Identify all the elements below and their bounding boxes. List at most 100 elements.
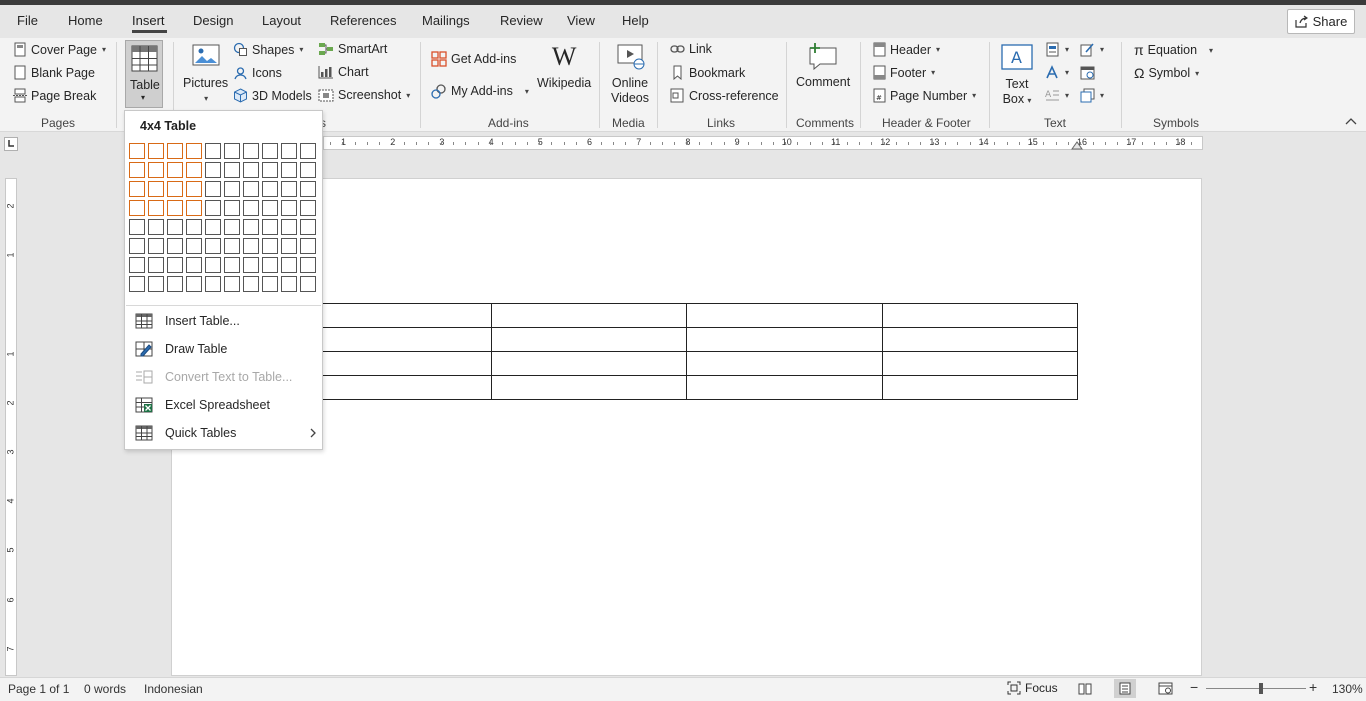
table-grid-cell[interactable] <box>186 238 202 254</box>
vertical-ruler[interactable]: 2 1 1 2 3 4 5 6 7 <box>5 178 17 676</box>
table-grid-cell[interactable] <box>167 238 183 254</box>
table-cell[interactable] <box>881 351 1078 376</box>
table-grid-cell[interactable] <box>281 200 297 216</box>
table-cell[interactable] <box>490 303 687 328</box>
wikipedia-button[interactable]: W Wikipedia <box>537 44 591 91</box>
link-button[interactable]: Link <box>670 42 712 56</box>
text-box-button[interactable]: A Text Box ▾ <box>1001 44 1033 108</box>
table-cell[interactable] <box>295 375 492 400</box>
table-grid-cell[interactable] <box>148 181 164 197</box>
page-number-button[interactable]: # Page Number ▾ <box>873 88 976 103</box>
bookmark-button[interactable]: Bookmark <box>670 65 745 80</box>
table-grid-cell[interactable] <box>224 181 240 197</box>
table-grid-cell[interactable] <box>186 200 202 216</box>
table-grid-cell[interactable] <box>224 200 240 216</box>
table-grid-cell[interactable] <box>205 162 221 178</box>
table-grid-cell[interactable] <box>148 143 164 159</box>
read-mode-icon[interactable] <box>1078 682 1092 695</box>
table-cell[interactable] <box>295 303 492 328</box>
signature-line-button[interactable]: ▾ <box>1080 42 1104 57</box>
table-button[interactable]: Table ▾ <box>125 40 163 108</box>
table-cell[interactable] <box>686 327 883 352</box>
excel-spreadsheet-item[interactable]: Excel Spreadsheet <box>135 397 270 413</box>
3d-models-button[interactable]: 3D Models <box>233 88 312 103</box>
table-grid-cell[interactable] <box>281 181 297 197</box>
table-grid-cell[interactable] <box>205 143 221 159</box>
table-grid-cell[interactable] <box>300 162 316 178</box>
table-cell[interactable] <box>490 351 687 376</box>
table-grid-cell[interactable] <box>243 162 259 178</box>
table-grid-cell[interactable] <box>243 219 259 235</box>
tab-help[interactable]: Help <box>622 13 649 28</box>
table-grid-cell[interactable] <box>300 276 316 292</box>
table-grid-cell[interactable] <box>300 219 316 235</box>
table-grid-cell[interactable] <box>167 257 183 273</box>
table-grid-cell[interactable] <box>224 238 240 254</box>
print-layout-button[interactable] <box>1114 679 1136 698</box>
table-grid-cell[interactable] <box>262 162 278 178</box>
table-grid-cell[interactable] <box>300 143 316 159</box>
table-cell[interactable] <box>881 327 1078 352</box>
table-grid-cell[interactable] <box>148 162 164 178</box>
table-grid-cell[interactable] <box>281 257 297 273</box>
table-cell[interactable] <box>295 327 492 352</box>
symbol-button[interactable]: Ω Symbol ▾ <box>1134 65 1199 81</box>
tab-file[interactable]: File <box>17 13 38 28</box>
tab-design[interactable]: Design <box>193 13 233 28</box>
table-grid-cell[interactable] <box>205 257 221 273</box>
table-cell[interactable] <box>490 327 687 352</box>
table-grid-cell[interactable] <box>148 276 164 292</box>
table-grid-cell[interactable] <box>300 200 316 216</box>
online-videos-button[interactable]: Online Videos <box>611 44 649 106</box>
tab-mailings[interactable]: Mailings <box>422 13 470 28</box>
zoom-out-button[interactable]: − <box>1190 679 1198 695</box>
date-time-button[interactable] <box>1080 65 1095 80</box>
equation-button[interactable]: π Equation ▾ <box>1134 42 1213 58</box>
table-grid-cell[interactable] <box>167 143 183 159</box>
tab-selector[interactable] <box>4 137 18 151</box>
table-grid-cell[interactable] <box>224 219 240 235</box>
table-grid-cell[interactable] <box>224 162 240 178</box>
page-break-button[interactable]: Page Break <box>13 88 96 103</box>
zoom-level[interactable]: 130% <box>1332 682 1363 696</box>
zoom-slider-thumb[interactable] <box>1259 683 1263 694</box>
zoom-in-button[interactable]: + <box>1309 679 1317 695</box>
tab-view[interactable]: View <box>567 13 595 28</box>
table-grid-cell[interactable] <box>281 162 297 178</box>
table-grid-cell[interactable] <box>281 143 297 159</box>
table-cell[interactable] <box>490 375 687 400</box>
table-grid-cell[interactable] <box>129 162 145 178</box>
my-addins-button[interactable]: My Add-ins ▾ <box>431 83 529 99</box>
table-grid-cell[interactable] <box>186 257 202 273</box>
blank-page-button[interactable]: Blank Page <box>13 65 95 80</box>
table-grid-cell[interactable] <box>205 219 221 235</box>
table-grid-cell[interactable] <box>300 181 316 197</box>
header-button[interactable]: Header ▾ <box>873 42 940 57</box>
table-grid-cell[interactable] <box>262 200 278 216</box>
document-table[interactable] <box>295 303 1078 400</box>
tab-review[interactable]: Review <box>500 13 543 28</box>
table-grid-cell[interactable] <box>148 219 164 235</box>
tab-home[interactable]: Home <box>68 13 103 28</box>
quick-tables-item[interactable]: Quick Tables <box>135 425 317 441</box>
table-grid-cell[interactable] <box>205 238 221 254</box>
table-grid-cell[interactable] <box>167 162 183 178</box>
draw-table-item[interactable]: Draw Table <box>135 341 227 357</box>
pictures-button[interactable]: Pictures ▾ <box>183 44 228 106</box>
tab-layout[interactable]: Layout <box>262 13 301 28</box>
table-grid-cell[interactable] <box>129 276 145 292</box>
table-grid-cell[interactable] <box>167 200 183 216</box>
table-grid-cell[interactable] <box>224 257 240 273</box>
table-grid-cell[interactable] <box>129 257 145 273</box>
table-grid-cell[interactable] <box>300 257 316 273</box>
table-grid-cell[interactable] <box>186 181 202 197</box>
table-grid-cell[interactable] <box>281 219 297 235</box>
table-cell[interactable] <box>686 375 883 400</box>
table-grid-cell[interactable] <box>262 276 278 292</box>
table-grid-cell[interactable] <box>205 200 221 216</box>
chart-button[interactable]: Chart <box>318 65 369 79</box>
table-grid-cell[interactable] <box>129 238 145 254</box>
quick-parts-button[interactable]: ▾ <box>1045 42 1069 57</box>
table-grid-cell[interactable] <box>186 143 202 159</box>
table-grid-cell[interactable] <box>186 162 202 178</box>
